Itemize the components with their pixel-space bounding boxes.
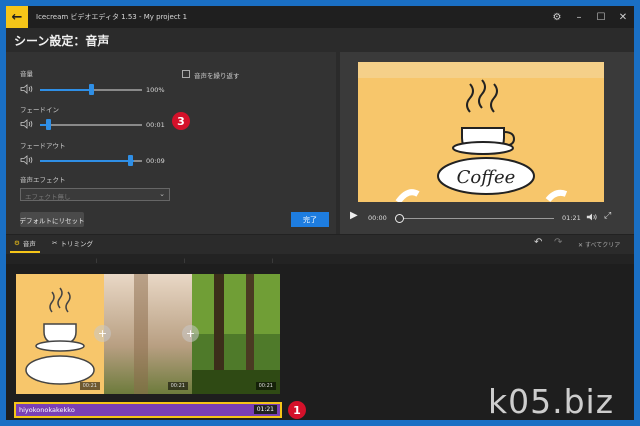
clip-duration: 00:21 <box>255 382 276 390</box>
volume-icon[interactable] <box>586 212 598 222</box>
chevron-down-icon: ⌄ <box>159 190 165 198</box>
fade-out-value: 00:09 <box>146 157 165 165</box>
annotation-badge-3: 3 <box>172 112 190 130</box>
reset-default-button[interactable]: デフォルトにリセット <box>20 212 85 227</box>
ruler-tick: | <box>96 258 98 263</box>
speaker-icon[interactable] <box>20 155 34 165</box>
coffee-illustration: Coffee <box>358 62 604 202</box>
fade-out-label: フェードアウト <box>20 142 66 150</box>
page-title: シーン設定：音声 <box>14 34 110 48</box>
repeat-label: 音声を繰り返す <box>194 72 240 80</box>
clear-all-label: すべてクリア <box>584 242 621 249</box>
tab-audio[interactable]: ⚙ 音声 <box>14 238 36 248</box>
current-time: 00:00 <box>368 214 387 222</box>
add-transition-button[interactable]: + <box>182 325 199 342</box>
annotation-badge-1: 1 <box>288 401 306 419</box>
fade-out-slider-knob[interactable] <box>128 155 133 166</box>
clip-coffee[interactable]: 00:21 <box>16 274 104 394</box>
audio-track[interactable]: hiyokonokakekko 01:21 <box>14 402 282 418</box>
editor-tabs: ⚙ 音声 ✂ トリミング 2 ↶ ↷ ✕ すべてクリア <box>6 234 634 274</box>
effect-label: 音声エフェクト <box>20 176 66 184</box>
gear-icon[interactable]: ⚙ <box>546 6 568 28</box>
tab-trimming[interactable]: ✂ トリミング <box>52 238 93 248</box>
volume-slider-fill <box>40 89 91 91</box>
seek-bar[interactable] <box>398 218 554 219</box>
done-button[interactable]: 完了 <box>291 212 329 227</box>
repeat-checkbox[interactable] <box>182 70 190 78</box>
clip-thumbnail <box>16 274 104 394</box>
watermark: k05.biz <box>488 382 615 421</box>
fade-in-slider-track[interactable] <box>40 124 142 126</box>
fade-in-value: 00:01 <box>146 121 165 129</box>
clear-all-button[interactable]: ✕ すべてクリア <box>578 240 620 249</box>
fade-in-slider-knob[interactable] <box>46 119 51 130</box>
clip-duration: 00:21 <box>79 382 100 390</box>
fade-out-slider-fill <box>40 160 134 162</box>
tab-trimming-label: トリミング <box>60 240 93 248</box>
clip-thumbnail <box>104 274 192 394</box>
speaker-icon[interactable] <box>20 119 34 129</box>
redo-icon[interactable]: ↷ <box>554 237 562 248</box>
total-time: 01:21 <box>562 214 581 222</box>
close-icon[interactable]: ✕ <box>612 6 634 28</box>
audio-track-name: hiyokonokakekko <box>19 406 75 414</box>
video-frame: Coffee <box>358 62 604 202</box>
clip-forest-1[interactable]: 00:21 <box>104 274 192 394</box>
back-arrow-icon[interactable]: ← <box>6 6 28 28</box>
gear-icon: ⚙ <box>14 239 20 247</box>
clip-thumbnail <box>192 274 280 394</box>
clip-duration: 00:21 <box>167 382 188 390</box>
active-tab-indicator <box>10 251 40 253</box>
audio-settings-panel: 音量 100% 音声を繰り返す フェードイン 00:01 3 フェードアウト 0… <box>6 52 336 234</box>
effect-select[interactable]: エフェクト無し ⌄ <box>20 188 170 201</box>
undo-icon[interactable]: ↶ <box>534 237 542 248</box>
coffee-text: Coffee <box>457 167 516 188</box>
ruler-tick: | <box>272 258 274 263</box>
minimize-icon[interactable]: – <box>568 6 590 28</box>
volume-value: 100% <box>146 86 165 94</box>
effect-select-value: エフェクト無し <box>25 193 71 201</box>
volume-label: 音量 <box>20 70 33 78</box>
audio-track-duration: 01:21 <box>253 405 277 414</box>
speaker-icon[interactable] <box>20 84 34 94</box>
fade-out-slider-track[interactable] <box>40 160 142 162</box>
volume-slider-knob[interactable] <box>89 84 94 95</box>
title-bar: ← Icecream ビデオエディタ 1.53 - My project 1 ⚙… <box>6 6 634 28</box>
timeline-ruler[interactable]: | | | <box>6 254 634 264</box>
window-title: Icecream ビデオエディタ 1.53 - My project 1 <box>36 13 188 21</box>
seek-knob[interactable] <box>395 214 404 223</box>
maximize-icon[interactable]: ☐ <box>590 6 612 28</box>
play-icon[interactable]: ▶ <box>350 210 360 222</box>
fullscreen-icon[interactable]: ⤢ <box>604 211 611 221</box>
clip-forest-2[interactable]: 00:21 <box>192 274 280 394</box>
add-transition-button[interactable]: + <box>94 325 111 342</box>
tab-audio-label: 音声 <box>22 240 36 248</box>
fade-in-label: フェードイン <box>20 106 59 114</box>
scissors-icon: ✂ <box>52 239 58 247</box>
video-preview-panel: Coffee ▶ 00:00 01:21 ⤢ <box>340 52 634 234</box>
app-window: ← Icecream ビデオエディタ 1.53 - My project 1 ⚙… <box>6 6 634 420</box>
ruler-tick: | <box>184 258 186 263</box>
